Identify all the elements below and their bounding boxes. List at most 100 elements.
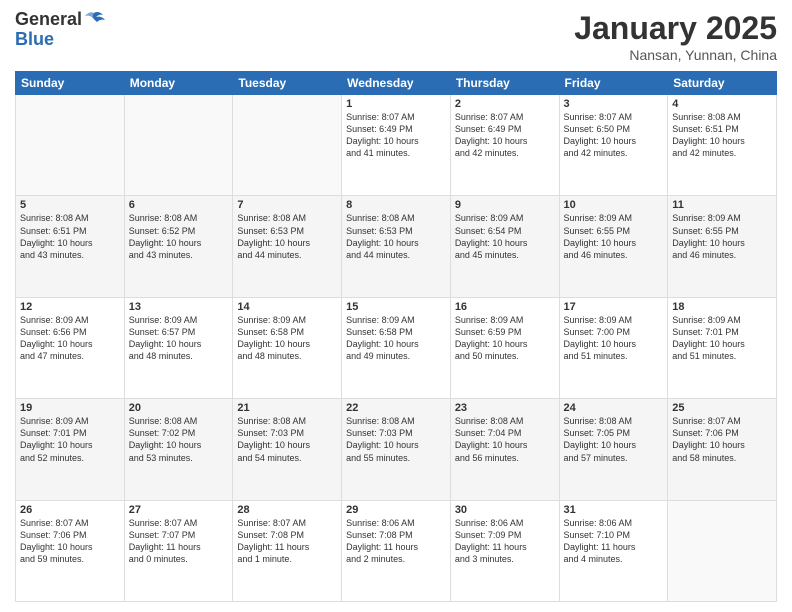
day-cell: 17Sunrise: 8:09 AM Sunset: 7:00 PM Dayli… — [559, 297, 668, 398]
day-info: Sunrise: 8:09 AM Sunset: 6:58 PM Dayligh… — [237, 314, 337, 363]
logo-text: General Blue — [15, 10, 106, 50]
day-info: Sunrise: 8:08 AM Sunset: 7:03 PM Dayligh… — [237, 415, 337, 464]
col-friday: Friday — [559, 72, 668, 95]
day-info: Sunrise: 8:07 AM Sunset: 7:06 PM Dayligh… — [672, 415, 772, 464]
day-number: 25 — [672, 402, 772, 414]
day-cell: 22Sunrise: 8:08 AM Sunset: 7:03 PM Dayli… — [342, 399, 451, 500]
day-info: Sunrise: 8:09 AM Sunset: 6:55 PM Dayligh… — [564, 212, 664, 261]
day-cell: 28Sunrise: 8:07 AM Sunset: 7:08 PM Dayli… — [233, 500, 342, 601]
week-row-5: 26Sunrise: 8:07 AM Sunset: 7:06 PM Dayli… — [16, 500, 777, 601]
day-number: 23 — [455, 402, 555, 414]
day-number: 1 — [346, 98, 446, 110]
week-row-4: 19Sunrise: 8:09 AM Sunset: 7:01 PM Dayli… — [16, 399, 777, 500]
day-number: 7 — [237, 199, 337, 211]
week-row-1: 1Sunrise: 8:07 AM Sunset: 6:49 PM Daylig… — [16, 95, 777, 196]
location-title: Nansan, Yunnan, China — [574, 47, 777, 63]
day-number: 24 — [564, 402, 664, 414]
day-cell — [124, 95, 233, 196]
day-number: 9 — [455, 199, 555, 211]
col-sunday: Sunday — [16, 72, 125, 95]
day-number: 18 — [672, 301, 772, 313]
day-info: Sunrise: 8:06 AM Sunset: 7:10 PM Dayligh… — [564, 517, 664, 566]
day-cell: 25Sunrise: 8:07 AM Sunset: 7:06 PM Dayli… — [668, 399, 777, 500]
day-info: Sunrise: 8:09 AM Sunset: 6:54 PM Dayligh… — [455, 212, 555, 261]
day-cell: 2Sunrise: 8:07 AM Sunset: 6:49 PM Daylig… — [450, 95, 559, 196]
day-cell: 1Sunrise: 8:07 AM Sunset: 6:49 PM Daylig… — [342, 95, 451, 196]
day-info: Sunrise: 8:09 AM Sunset: 6:57 PM Dayligh… — [129, 314, 229, 363]
day-cell: 3Sunrise: 8:07 AM Sunset: 6:50 PM Daylig… — [559, 95, 668, 196]
day-cell: 23Sunrise: 8:08 AM Sunset: 7:04 PM Dayli… — [450, 399, 559, 500]
day-info: Sunrise: 8:09 AM Sunset: 6:59 PM Dayligh… — [455, 314, 555, 363]
calendar-header-row: Sunday Monday Tuesday Wednesday Thursday… — [16, 72, 777, 95]
day-number: 29 — [346, 504, 446, 516]
day-number: 28 — [237, 504, 337, 516]
day-info: Sunrise: 8:06 AM Sunset: 7:09 PM Dayligh… — [455, 517, 555, 566]
day-number: 10 — [564, 199, 664, 211]
col-wednesday: Wednesday — [342, 72, 451, 95]
day-cell: 24Sunrise: 8:08 AM Sunset: 7:05 PM Dayli… — [559, 399, 668, 500]
day-info: Sunrise: 8:09 AM Sunset: 7:01 PM Dayligh… — [672, 314, 772, 363]
day-cell: 10Sunrise: 8:09 AM Sunset: 6:55 PM Dayli… — [559, 196, 668, 297]
day-number: 12 — [20, 301, 120, 313]
day-number: 21 — [237, 402, 337, 414]
page: General Blue January 2025 Nansan, Yunnan… — [0, 0, 792, 612]
day-cell: 12Sunrise: 8:09 AM Sunset: 6:56 PM Dayli… — [16, 297, 125, 398]
day-number: 2 — [455, 98, 555, 110]
day-number: 30 — [455, 504, 555, 516]
day-number: 22 — [346, 402, 446, 414]
col-monday: Monday — [124, 72, 233, 95]
day-cell: 18Sunrise: 8:09 AM Sunset: 7:01 PM Dayli… — [668, 297, 777, 398]
day-cell: 9Sunrise: 8:09 AM Sunset: 6:54 PM Daylig… — [450, 196, 559, 297]
day-cell: 29Sunrise: 8:06 AM Sunset: 7:08 PM Dayli… — [342, 500, 451, 601]
day-number: 4 — [672, 98, 772, 110]
day-number: 15 — [346, 301, 446, 313]
day-cell: 11Sunrise: 8:09 AM Sunset: 6:55 PM Dayli… — [668, 196, 777, 297]
week-row-3: 12Sunrise: 8:09 AM Sunset: 6:56 PM Dayli… — [16, 297, 777, 398]
day-info: Sunrise: 8:09 AM Sunset: 6:58 PM Dayligh… — [346, 314, 446, 363]
day-info: Sunrise: 8:07 AM Sunset: 6:50 PM Dayligh… — [564, 111, 664, 160]
day-info: Sunrise: 8:07 AM Sunset: 6:49 PM Dayligh… — [455, 111, 555, 160]
logo-blue: Blue — [15, 29, 54, 49]
day-info: Sunrise: 8:07 AM Sunset: 7:07 PM Dayligh… — [129, 517, 229, 566]
col-saturday: Saturday — [668, 72, 777, 95]
day-info: Sunrise: 8:09 AM Sunset: 7:01 PM Dayligh… — [20, 415, 120, 464]
day-info: Sunrise: 8:09 AM Sunset: 6:55 PM Dayligh… — [672, 212, 772, 261]
day-info: Sunrise: 8:09 AM Sunset: 7:00 PM Dayligh… — [564, 314, 664, 363]
day-number: 17 — [564, 301, 664, 313]
day-cell: 8Sunrise: 8:08 AM Sunset: 6:53 PM Daylig… — [342, 196, 451, 297]
day-number: 13 — [129, 301, 229, 313]
day-number: 6 — [129, 199, 229, 211]
week-row-2: 5Sunrise: 8:08 AM Sunset: 6:51 PM Daylig… — [16, 196, 777, 297]
day-info: Sunrise: 8:06 AM Sunset: 7:08 PM Dayligh… — [346, 517, 446, 566]
day-info: Sunrise: 8:07 AM Sunset: 7:08 PM Dayligh… — [237, 517, 337, 566]
header: General Blue January 2025 Nansan, Yunnan… — [15, 10, 777, 63]
col-thursday: Thursday — [450, 72, 559, 95]
day-number: 19 — [20, 402, 120, 414]
day-info: Sunrise: 8:07 AM Sunset: 6:49 PM Dayligh… — [346, 111, 446, 160]
month-title: January 2025 — [574, 10, 777, 47]
day-info: Sunrise: 8:08 AM Sunset: 6:53 PM Dayligh… — [346, 212, 446, 261]
day-info: Sunrise: 8:08 AM Sunset: 7:04 PM Dayligh… — [455, 415, 555, 464]
logo-general: General — [15, 10, 82, 30]
day-cell — [16, 95, 125, 196]
day-cell: 27Sunrise: 8:07 AM Sunset: 7:07 PM Dayli… — [124, 500, 233, 601]
day-number: 14 — [237, 301, 337, 313]
day-cell: 5Sunrise: 8:08 AM Sunset: 6:51 PM Daylig… — [16, 196, 125, 297]
day-cell: 30Sunrise: 8:06 AM Sunset: 7:09 PM Dayli… — [450, 500, 559, 601]
day-cell — [233, 95, 342, 196]
day-number: 20 — [129, 402, 229, 414]
day-cell: 13Sunrise: 8:09 AM Sunset: 6:57 PM Dayli… — [124, 297, 233, 398]
day-number: 8 — [346, 199, 446, 211]
day-info: Sunrise: 8:07 AM Sunset: 7:06 PM Dayligh… — [20, 517, 120, 566]
day-cell: 6Sunrise: 8:08 AM Sunset: 6:52 PM Daylig… — [124, 196, 233, 297]
day-cell: 19Sunrise: 8:09 AM Sunset: 7:01 PM Dayli… — [16, 399, 125, 500]
day-cell: 26Sunrise: 8:07 AM Sunset: 7:06 PM Dayli… — [16, 500, 125, 601]
day-info: Sunrise: 8:08 AM Sunset: 6:51 PM Dayligh… — [672, 111, 772, 160]
day-info: Sunrise: 8:08 AM Sunset: 7:03 PM Dayligh… — [346, 415, 446, 464]
day-cell: 7Sunrise: 8:08 AM Sunset: 6:53 PM Daylig… — [233, 196, 342, 297]
day-info: Sunrise: 8:08 AM Sunset: 6:53 PM Dayligh… — [237, 212, 337, 261]
day-number: 11 — [672, 199, 772, 211]
day-number: 16 — [455, 301, 555, 313]
day-number: 31 — [564, 504, 664, 516]
day-info: Sunrise: 8:09 AM Sunset: 6:56 PM Dayligh… — [20, 314, 120, 363]
